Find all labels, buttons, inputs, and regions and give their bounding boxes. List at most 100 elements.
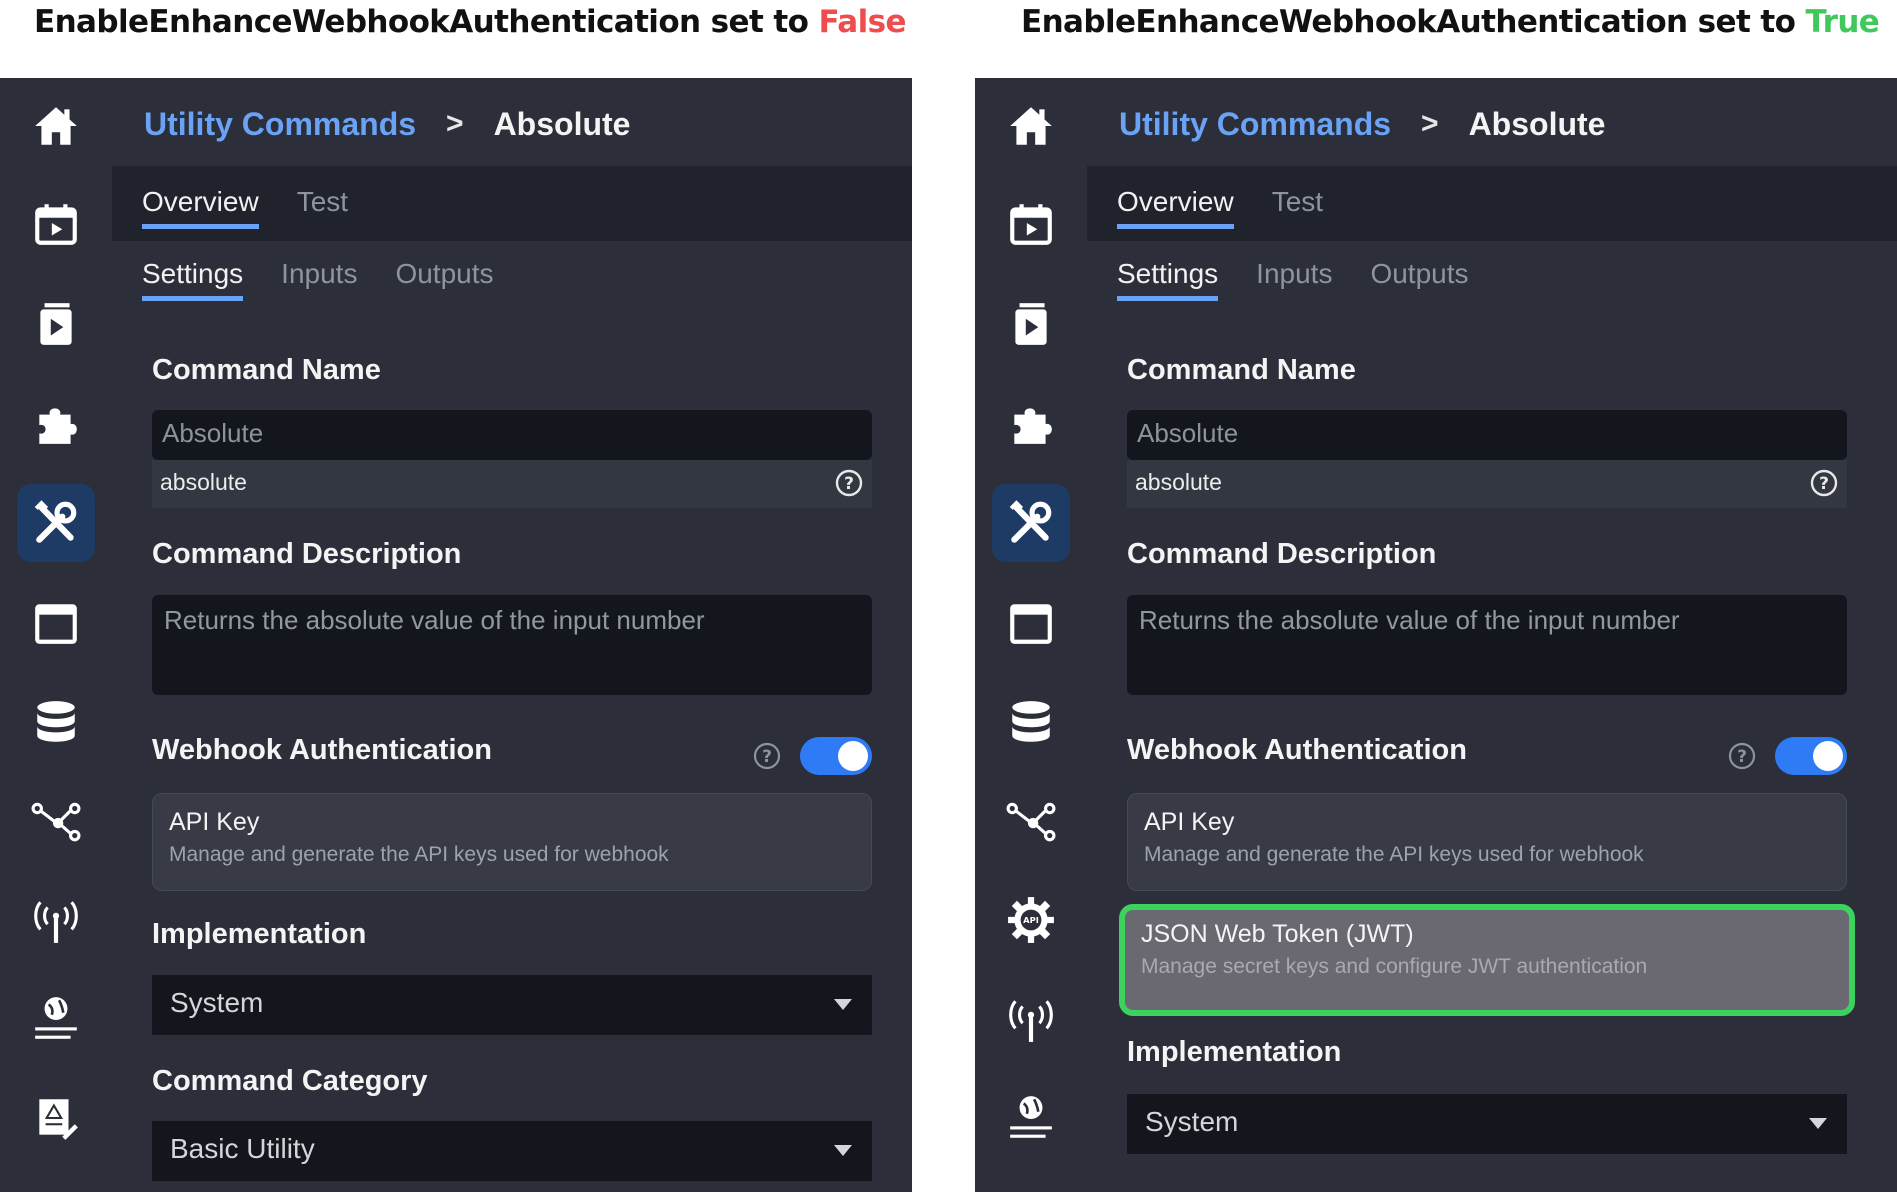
nav-integrations[interactable] xyxy=(17,384,95,462)
share-nodes-icon xyxy=(31,802,81,842)
nav-home[interactable] xyxy=(992,87,1070,165)
webhook-auth-toggle[interactable] xyxy=(1775,737,1847,775)
primary-tabbar: Overview Test xyxy=(1087,166,1897,241)
nav-web[interactable] xyxy=(992,1079,1070,1157)
nav-broadcast[interactable] xyxy=(992,980,1070,1058)
caption-right-value: True xyxy=(1805,4,1880,40)
nav-playbooks[interactable] xyxy=(17,285,95,363)
breadcrumb-separator: > xyxy=(446,107,464,140)
jwt-description: Manage secret keys and configure JWT aut… xyxy=(1141,955,1648,978)
api-key-title: API Key xyxy=(1144,808,1235,836)
caption-left: EnableEnhanceWebhookAuthentication set t… xyxy=(34,4,906,48)
puzzle-icon xyxy=(1014,408,1052,444)
tab-inputs[interactable]: Inputs xyxy=(281,258,357,301)
api-key-card[interactable]: API Key Manage and generate the API keys… xyxy=(1127,793,1847,891)
database-icon xyxy=(37,701,75,742)
nav-events[interactable] xyxy=(17,185,95,263)
command-category-select[interactable]: Basic Utility xyxy=(152,1121,872,1181)
breadcrumb-parent[interactable]: Utility Commands xyxy=(1119,106,1391,143)
globe-icon xyxy=(35,997,77,1039)
nav-playbooks[interactable] xyxy=(992,285,1070,363)
command-category-label: Command Category xyxy=(152,1065,428,1097)
nav-workflows[interactable] xyxy=(992,782,1070,860)
tab-overview[interactable]: Overview xyxy=(142,186,259,229)
jwt-title: JSON Web Token (JWT) xyxy=(1141,920,1414,948)
home-icon xyxy=(1010,107,1052,145)
breadcrumb-separator: > xyxy=(1421,107,1439,140)
nav-web[interactable] xyxy=(17,980,95,1058)
implementation-select[interactable]: System xyxy=(1127,1094,1847,1154)
command-name-input[interactable]: Absolute xyxy=(152,410,872,460)
nav-home[interactable] xyxy=(17,87,95,165)
breadcrumb-parent[interactable]: Utility Commands xyxy=(144,106,416,143)
secondary-tabs: Settings Inputs Outputs xyxy=(142,258,494,301)
nav-utility-commands[interactable] xyxy=(17,484,95,562)
command-name-label: Command Name xyxy=(152,354,381,386)
nav-integrations[interactable] xyxy=(992,384,1070,462)
api-key-description: Manage and generate the API keys used fo… xyxy=(1144,843,1644,866)
share-nodes-icon xyxy=(1006,802,1056,842)
chevron-down-icon xyxy=(1809,1118,1827,1129)
breadcrumb: Utility Commands > Absolute xyxy=(1119,94,1605,154)
webhook-help-icon[interactable]: ? xyxy=(752,741,782,771)
jwt-card[interactable]: JSON Web Token (JWT) Manage secret keys … xyxy=(1119,904,1855,1016)
toggle-knob xyxy=(838,741,868,771)
tab-outputs[interactable]: Outputs xyxy=(395,258,493,301)
antenna-icon xyxy=(34,901,78,943)
help-icon[interactable]: ? xyxy=(834,468,864,498)
api-key-title: API Key xyxy=(169,808,260,836)
main-area: Utility Commands > Absolute Overview Tes… xyxy=(1087,78,1897,1192)
api-gear-icon: API xyxy=(1008,897,1054,943)
calendar-icon xyxy=(35,604,77,644)
implementation-label: Implementation xyxy=(1127,1036,1342,1068)
implementation-select[interactable]: System xyxy=(152,975,872,1035)
help-icon[interactable]: ? xyxy=(1809,468,1839,498)
nav-events[interactable] xyxy=(992,185,1070,263)
nav-utility-commands[interactable] xyxy=(992,484,1070,562)
nav-workflows[interactable] xyxy=(17,782,95,860)
command-description-input[interactable]: Returns the absolute value of the input … xyxy=(1127,595,1847,695)
nav-calendar[interactable] xyxy=(992,584,1070,662)
webhook-help-icon[interactable]: ? xyxy=(1727,741,1757,771)
chevron-down-icon xyxy=(834,999,852,1010)
svg-text:?: ? xyxy=(1737,747,1747,767)
tab-settings[interactable]: Settings xyxy=(142,258,244,301)
main-area: Utility Commands > Absolute Overview Tes… xyxy=(112,78,912,1192)
tab-settings[interactable]: Settings xyxy=(1117,258,1219,301)
svg-text:?: ? xyxy=(762,747,772,767)
command-id-row: absolute ? xyxy=(152,460,872,508)
play-document-icon xyxy=(40,303,72,345)
command-description-input[interactable]: Returns the absolute value of the input … xyxy=(152,595,872,695)
nav-reports[interactable] xyxy=(17,1079,95,1157)
webhook-auth-toggle[interactable] xyxy=(800,737,872,775)
api-key-card[interactable]: API Key Manage and generate the API keys… xyxy=(152,793,872,891)
command-name-label: Command Name xyxy=(1127,354,1356,386)
database-icon xyxy=(1012,701,1050,742)
command-name-input[interactable]: Absolute xyxy=(1127,410,1847,460)
play-document-icon xyxy=(1015,303,1047,345)
right-panel: API Utility Commands > Absolute Overview… xyxy=(975,78,1897,1192)
breadcrumb-current: Absolute xyxy=(493,105,631,142)
nav-database[interactable] xyxy=(17,683,95,761)
tab-inputs[interactable]: Inputs xyxy=(1256,258,1332,301)
nav-broadcast[interactable] xyxy=(17,881,95,959)
primary-tabs: Overview Test xyxy=(1117,186,1323,229)
caption-right: EnableEnhanceWebhookAuthentication set t… xyxy=(1021,4,1880,48)
chevron-down-icon xyxy=(834,1145,852,1156)
nav-database[interactable] xyxy=(992,683,1070,761)
sidebar: API xyxy=(975,78,1087,1192)
tab-test[interactable]: Test xyxy=(1272,186,1323,229)
svg-text:API: API xyxy=(1023,915,1039,925)
secondary-tabs: Settings Inputs Outputs xyxy=(1117,258,1469,301)
tab-overview[interactable]: Overview xyxy=(1117,186,1234,229)
nav-api-settings[interactable]: API xyxy=(992,881,1070,959)
tab-test[interactable]: Test xyxy=(297,186,348,229)
command-category-value: Basic Utility xyxy=(170,1133,315,1164)
sidebar xyxy=(0,78,112,1192)
primary-tabs: Overview Test xyxy=(142,186,348,229)
nav-calendar[interactable] xyxy=(17,584,95,662)
caption-left-value: False xyxy=(818,4,906,40)
tab-outputs[interactable]: Outputs xyxy=(1370,258,1468,301)
left-panel: Utility Commands > Absolute Overview Tes… xyxy=(0,78,912,1192)
svg-text:?: ? xyxy=(1819,474,1829,494)
